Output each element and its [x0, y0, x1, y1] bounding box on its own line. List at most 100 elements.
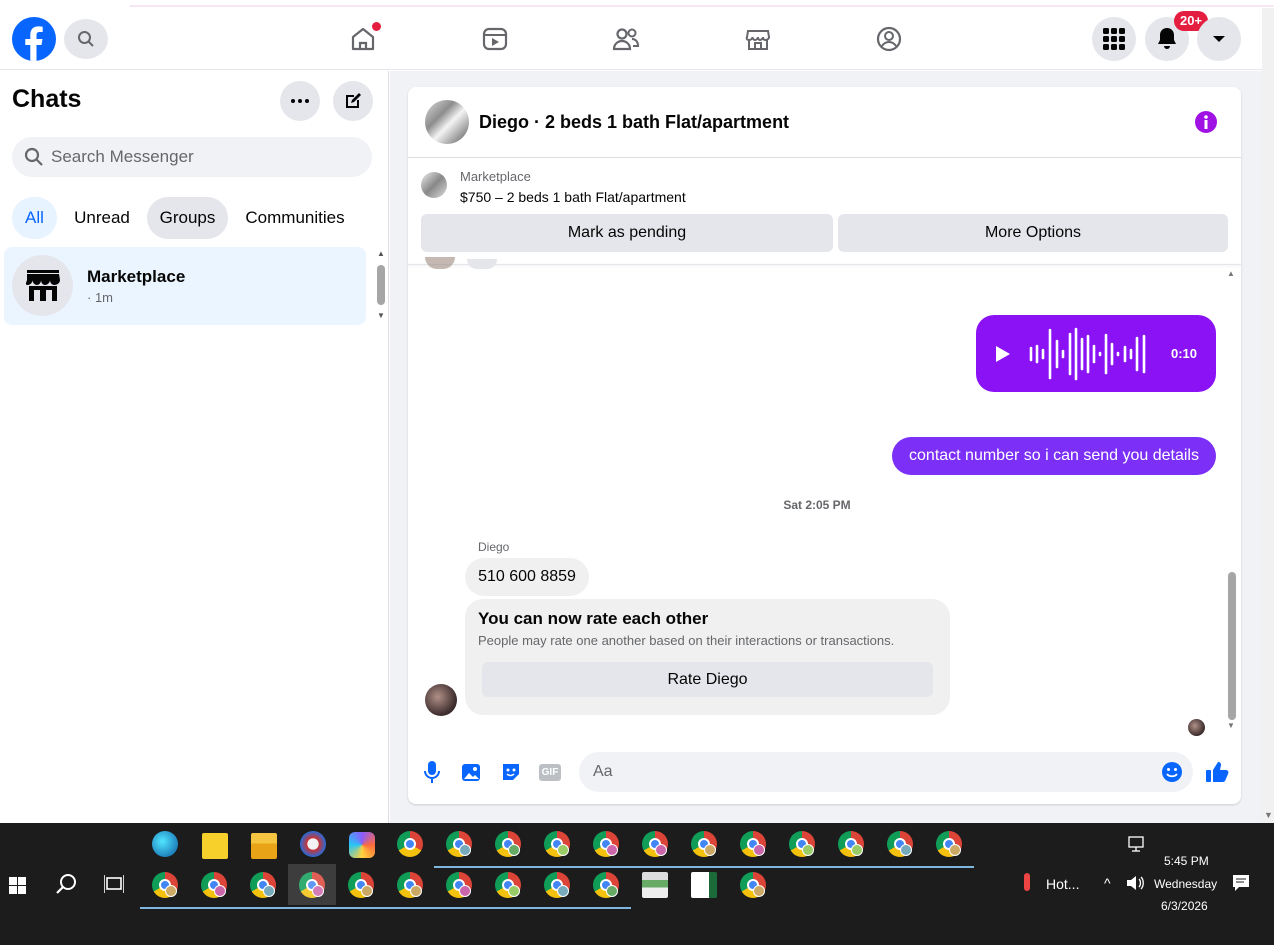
chrome-profile-icon[interactable]	[544, 872, 570, 898]
chrome-profile-icon[interactable]	[544, 831, 570, 857]
facebook-logo[interactable]	[12, 17, 56, 61]
chrome-profile-icon[interactable]	[495, 831, 521, 857]
chats-title: Chats	[12, 85, 82, 113]
search-button[interactable]	[64, 19, 108, 59]
profile-circle-icon	[876, 26, 902, 52]
listing-thumb[interactable]	[421, 172, 447, 198]
microphone-icon[interactable]	[423, 761, 441, 783]
weather-widget[interactable]: Hot...	[1046, 876, 1079, 892]
message-scrollbar[interactable]: ▲ ▼	[1226, 269, 1238, 730]
marketplace-tab[interactable]	[742, 23, 774, 55]
task-view-icon[interactable]	[104, 875, 124, 893]
search-icon	[78, 31, 94, 47]
friends-tab[interactable]	[610, 23, 642, 55]
chat-list-item-marketplace[interactable]: Marketplace · 1m	[4, 247, 366, 325]
chrome-profile-icon[interactable]	[642, 831, 668, 857]
windows-start-icon[interactable]	[9, 877, 26, 894]
thumbs-up-icon[interactable]	[1205, 760, 1229, 784]
file-explorer-icon[interactable]	[251, 833, 277, 859]
chat-item-time: · 1m	[87, 290, 113, 305]
marketplace-icon	[745, 30, 771, 50]
listing-divider	[408, 264, 1241, 265]
message-input[interactable]: Aa	[579, 752, 1193, 792]
rate-diego-button[interactable]: Rate Diego	[482, 662, 933, 697]
emoji-icon[interactable]	[1161, 761, 1183, 783]
filter-unread[interactable]: Unread	[67, 197, 137, 239]
paint-icon[interactable]	[300, 831, 326, 857]
chrome-profile-icon[interactable]	[250, 872, 276, 898]
chrome-profile-icon[interactable]	[397, 872, 423, 898]
chrome-profile-icon[interactable]	[740, 831, 766, 857]
more-options-button[interactable]: More Options	[838, 214, 1228, 252]
filter-groups[interactable]: Groups	[147, 197, 228, 239]
listing-title[interactable]: $750 – 2 beds 1 bath Flat/apartment	[460, 189, 686, 205]
mark-as-pending-button[interactable]: Mark as pending	[421, 214, 833, 252]
browser-top-edge	[0, 0, 1274, 8]
chrome-profile-icon[interactable]	[446, 872, 472, 898]
volume-icon[interactable]	[1127, 876, 1145, 890]
chat-options-button[interactable]	[280, 81, 320, 121]
sticky-notes-icon[interactable]	[202, 833, 228, 859]
chrome-profile-icon[interactable]	[152, 872, 178, 898]
tray-chevron-icon[interactable]: ^	[1104, 875, 1111, 891]
chrome-profile-icon[interactable]	[495, 872, 521, 898]
video-tab[interactable]	[479, 23, 511, 55]
storefront-icon	[25, 269, 60, 301]
voice-duration: 0:10	[1171, 346, 1198, 361]
chrome-profile-icon[interactable]	[348, 872, 374, 898]
filter-all[interactable]: All	[12, 197, 57, 239]
copilot-icon[interactable]	[349, 832, 375, 858]
video-icon	[482, 27, 508, 51]
edge-icon[interactable]	[152, 831, 178, 857]
received-message-bubble[interactable]: 510 600 8859	[465, 558, 589, 596]
listing-avatar[interactable]	[425, 100, 469, 144]
network-icon[interactable]	[1127, 836, 1145, 852]
page-scrollbar[interactable]: ▼	[1262, 8, 1274, 823]
gif-icon[interactable]: GIF	[539, 764, 561, 781]
taskbar-search-icon[interactable]	[55, 873, 77, 895]
image-viewer-icon[interactable]	[642, 872, 668, 898]
weather-thermometer-icon[interactable]	[1024, 873, 1030, 891]
chrome-icon[interactable]	[397, 831, 423, 857]
gaming-tab[interactable]	[873, 23, 905, 55]
document-icon[interactable]	[691, 872, 717, 898]
account-button[interactable]	[1197, 17, 1241, 61]
action-center-icon[interactable]	[1233, 875, 1249, 891]
chrome-profile-icon[interactable]	[838, 831, 864, 857]
chrome-profile-icon[interactable]	[789, 831, 815, 857]
chrome-profile-icon[interactable]	[201, 872, 227, 898]
diego-avatar[interactable]	[425, 684, 457, 716]
new-message-button[interactable]	[333, 81, 373, 121]
home-tab[interactable]	[347, 22, 381, 55]
sent-message-bubble[interactable]: contact number so i can send you details	[892, 437, 1216, 475]
marketplace-avatar	[12, 255, 73, 316]
filter-communities[interactable]: Communities	[238, 197, 352, 239]
info-button[interactable]	[1195, 111, 1217, 133]
search-messenger-field[interactable]: Search Messenger	[12, 137, 372, 177]
sender-name: Diego	[478, 540, 510, 554]
menu-button[interactable]	[1092, 17, 1136, 61]
chat-list-scrollbar[interactable]: ▲ ▼	[374, 249, 388, 325]
chats-sidebar: Chats Search Messenger All Unread Groups…	[0, 71, 389, 823]
grid-menu-icon	[1103, 28, 1125, 50]
chrome-profile-icon[interactable]	[887, 831, 913, 857]
photo-icon[interactable]	[460, 761, 482, 783]
clock-time[interactable]: 5:45 PM	[1164, 854, 1209, 868]
chrome-profile-icon[interactable]	[593, 831, 619, 857]
friends-icon	[612, 28, 640, 51]
chrome-profile-icon[interactable]	[740, 872, 766, 898]
chrome-profile-icon[interactable]	[691, 831, 717, 857]
chat-header-title[interactable]: Diego · 2 beds 1 bath Flat/apartment	[479, 112, 789, 133]
partial-reaction	[467, 259, 497, 269]
windows-taskbar: Hot... ^ 5:45 PM Wednesday 6/3/2026	[0, 823, 1274, 945]
chrome-profile-icon[interactable]	[936, 831, 962, 857]
clock-date[interactable]: 6/3/2026	[1161, 899, 1208, 913]
sticker-icon[interactable]	[500, 761, 522, 783]
voice-message-bubble[interactable]: 0:10	[976, 315, 1216, 392]
chat-item-name: Marketplace	[87, 267, 186, 286]
chrome-profile-icon[interactable]	[593, 872, 619, 898]
clock-day[interactable]: Wednesday	[1154, 877, 1217, 891]
play-icon[interactable]	[996, 346, 1010, 362]
bell-icon	[1158, 28, 1176, 49]
chrome-profile-icon[interactable]	[446, 831, 472, 857]
